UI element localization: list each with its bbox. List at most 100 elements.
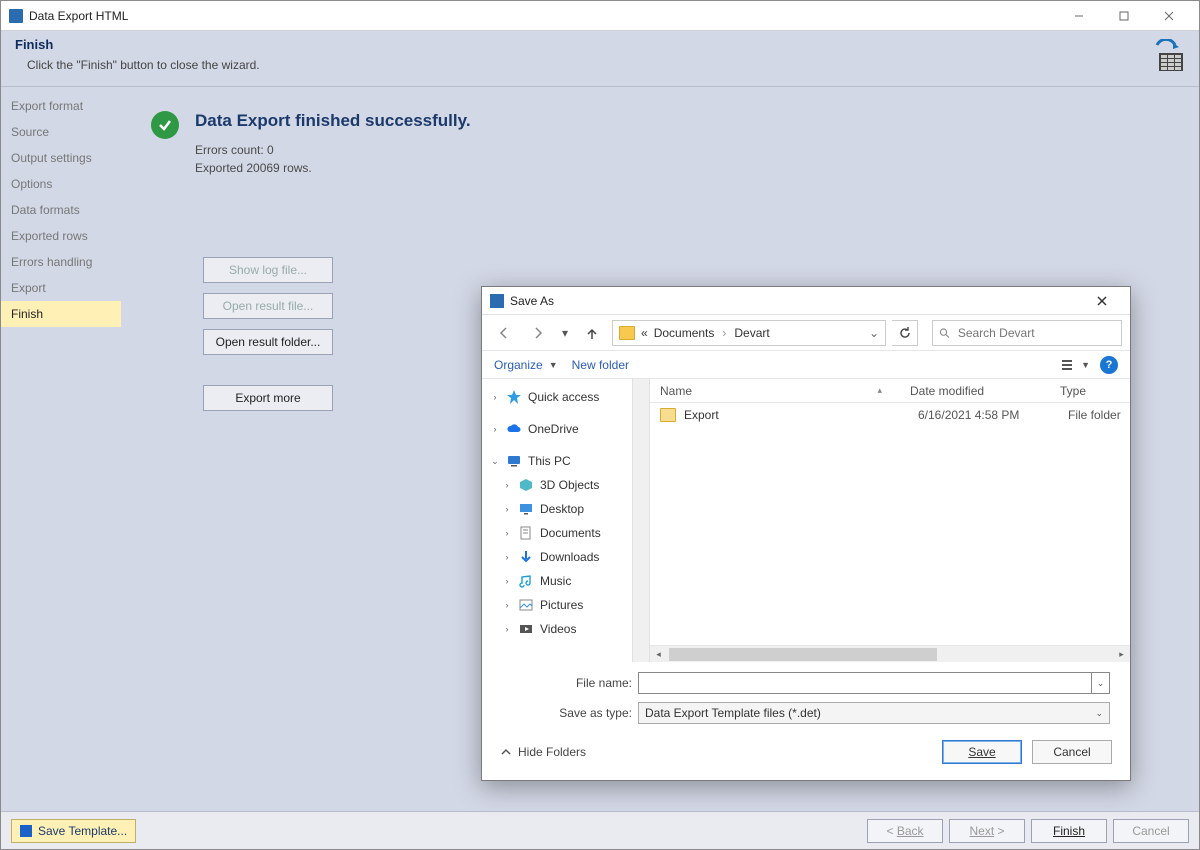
help-button[interactable]: ? [1100,356,1118,374]
tree-quick-access[interactable]: ›Quick access [482,385,632,409]
tree-3d-objects[interactable]: ›3D Objects [482,473,632,497]
back-button[interactable]: < Back [867,819,943,843]
dialog-body: ›Quick access ›OneDrive ⌄This PC ›3D Obj… [482,379,1130,662]
dialog-cancel-button[interactable]: Cancel [1032,740,1112,764]
file-name-label: File name: [552,676,632,690]
address-chevron-icon[interactable]: ⌄ [869,326,879,340]
dialog-save-button[interactable]: Save [942,740,1022,764]
dialog-app-icon [490,294,504,308]
open-result-file-button[interactable]: Open result file... [203,293,333,319]
dialog-fields: File name: ⌄ Save as type: Data Export T… [482,662,1130,730]
dialog-title: Save As [510,294,1082,308]
search-icon [939,327,950,339]
file-list-hscrollbar[interactable]: ◂ ▸ [650,645,1130,662]
maximize-button[interactable] [1102,2,1146,30]
save-as-dialog: Save As ▾ « Documents › Devart ⌄ Organiz… [481,286,1131,781]
nav-back-button[interactable] [490,319,518,347]
show-log-button[interactable]: Show log file... [203,257,333,283]
step-finish[interactable]: Finish [1,301,121,327]
disk-icon [20,825,32,837]
new-folder-button[interactable]: New folder [572,358,629,372]
organize-menu[interactable]: Organize▼ [494,358,558,372]
file-list: Name▴ Date modified Type Export 6/16/202… [650,379,1130,662]
refresh-button[interactable] [892,320,918,346]
tree-downloads[interactable]: ›Downloads [482,545,632,569]
dialog-footer: Hide Folders Save Cancel [482,730,1130,780]
breadcrumb-devart[interactable]: Devart [734,326,769,340]
file-type: File folder [1068,408,1130,422]
save-as-type-value: Data Export Template files (*.det) [645,706,821,720]
tree-music[interactable]: ›Music [482,569,632,593]
open-result-folder-button[interactable]: Open result folder... [203,329,333,355]
errors-count: Errors count: 0 [195,141,471,159]
dialog-titlebar: Save As [482,287,1130,315]
wizard-footer: Save Template... < Back Next > Finish Ca… [1,811,1199,849]
breadcrumb-documents[interactable]: Documents [654,326,715,340]
column-type[interactable]: Type [1060,384,1130,398]
tree-scrollbar[interactable] [632,379,649,662]
file-name-history-dropdown[interactable]: ⌄ [1092,672,1110,694]
window-buttons [1057,2,1191,30]
nav-forward-button[interactable] [524,319,552,347]
view-options-button[interactable]: ▼ [1061,358,1090,372]
close-button[interactable] [1147,2,1191,30]
header-title: Finish [15,37,1185,52]
save-template-button[interactable]: Save Template... [11,819,136,843]
nav-up-button[interactable] [578,319,606,347]
dialog-close-button[interactable] [1082,288,1122,314]
save-as-type-combo[interactable]: Data Export Template files (*.det) ⌄ [638,702,1110,724]
tree-videos[interactable]: ›Videos [482,617,632,641]
titlebar: Data Export HTML [1,1,1199,31]
tree-onedrive[interactable]: ›OneDrive [482,417,632,441]
step-exported-rows[interactable]: Exported rows [1,223,121,249]
step-data-formats[interactable]: Data formats [1,197,121,223]
folder-tree: ›Quick access ›OneDrive ⌄This PC ›3D Obj… [482,379,632,662]
file-name: Export [684,408,918,422]
success-title: Data Export finished successfully. [195,111,471,131]
folder-icon [619,326,635,340]
wizard-steps-sidebar: Export format Source Output settings Opt… [1,87,121,811]
nav-history-dropdown[interactable]: ▾ [558,319,572,347]
tree-pictures[interactable]: ›Pictures [482,593,632,617]
breadcrumb-sep: › [720,326,728,340]
success-text: Data Export finished successfully. Error… [195,111,471,177]
file-list-rows: Export 6/16/2021 4:58 PM File folder [650,403,1130,645]
search-input[interactable] [956,325,1115,341]
step-errors-handling[interactable]: Errors handling [1,249,121,275]
step-source[interactable]: Source [1,119,121,145]
export-more-button[interactable]: Export more [203,385,333,411]
breadcrumb-prefix: « [641,326,648,340]
chevron-down-icon: ⌄ [1095,708,1103,719]
search-box[interactable] [932,320,1122,346]
column-date[interactable]: Date modified [910,384,1060,398]
success-check-icon [151,111,179,139]
step-output-settings[interactable]: Output settings [1,145,121,171]
address-bar[interactable]: « Documents › Devart ⌄ [612,320,886,346]
folder-icon [660,408,676,422]
next-button[interactable]: Next > [949,819,1025,843]
wizard-header: Finish Click the "Finish" button to clos… [1,31,1199,87]
tree-documents[interactable]: ›Documents [482,521,632,545]
save-template-label: Save Template... [38,824,127,838]
tree-desktop[interactable]: ›Desktop [482,497,632,521]
step-options[interactable]: Options [1,171,121,197]
app-icon [9,9,23,23]
export-grid-icon [1149,39,1185,75]
tree-this-pc[interactable]: ⌄This PC [482,449,632,473]
cancel-button[interactable]: Cancel [1113,819,1189,843]
finish-button[interactable]: Finish [1031,819,1107,843]
save-as-type-label: Save as type: [552,706,632,720]
column-name[interactable]: Name▴ [650,384,910,398]
result-actions: Show log file... Open result file... Ope… [203,257,333,411]
minimize-button[interactable] [1057,2,1101,30]
hide-folders-toggle[interactable]: Hide Folders [500,745,586,759]
step-export[interactable]: Export [1,275,121,301]
exported-rows-count: Exported 20069 rows. [195,159,471,177]
step-export-format[interactable]: Export format [1,93,121,119]
file-row[interactable]: Export 6/16/2021 4:58 PM File folder [650,403,1130,427]
file-list-header: Name▴ Date modified Type [650,379,1130,403]
success-row: Data Export finished successfully. Error… [151,111,1169,177]
file-date: 6/16/2021 4:58 PM [918,408,1068,422]
file-name-input[interactable] [638,672,1092,694]
header-subtitle: Click the "Finish" button to close the w… [27,58,1185,72]
